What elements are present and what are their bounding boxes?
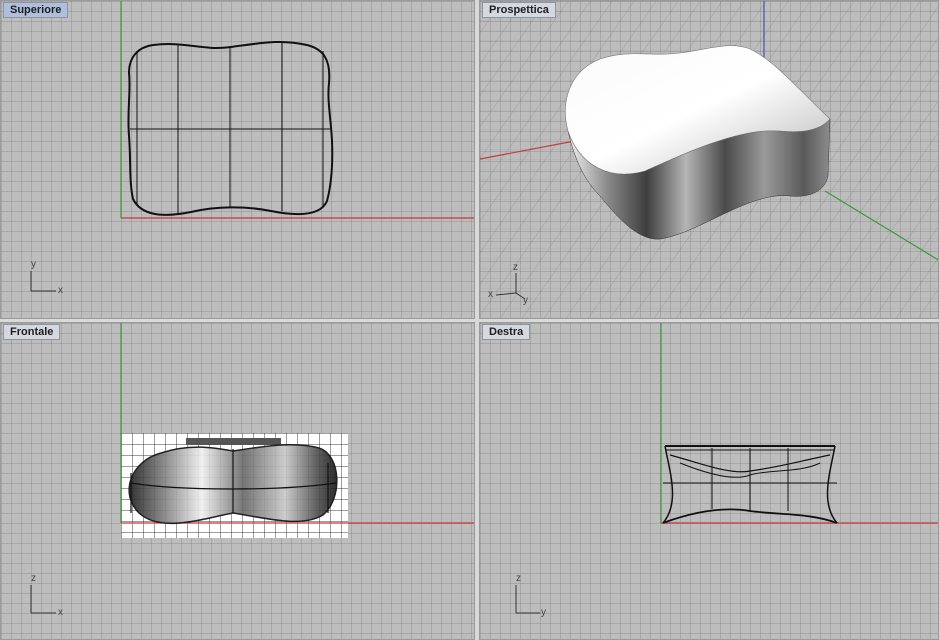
- viewport-front[interactable]: Frontale z x: [0, 322, 475, 640]
- rhino-workspace: Superiore y x Prospettica z x y Frontale…: [0, 0, 939, 640]
- right-profile-curves[interactable]: [662, 445, 838, 524]
- axis-widget-front: z x: [30, 573, 63, 618]
- viewport-title-front[interactable]: Frontale: [3, 324, 61, 340]
- viewport-right[interactable]: Destra z y: [479, 322, 939, 640]
- axis-label-x: x: [488, 289, 493, 300]
- axis-label-x: x: [58, 285, 63, 296]
- viewport-title-top[interactable]: Superiore: [3, 2, 69, 18]
- viewport-title-perspective[interactable]: Prospettica: [482, 2, 556, 18]
- top-view-scene: y x: [30, 1, 474, 296]
- axis-label-y: y: [523, 295, 528, 306]
- front-view-scene: z x: [30, 323, 474, 618]
- axis-label-z: z: [513, 262, 518, 273]
- axis-label-x: x: [58, 607, 63, 618]
- viewport-top[interactable]: Superiore y x: [0, 0, 475, 319]
- axis-label-z: z: [516, 573, 521, 584]
- axis-widget-right: z y: [515, 573, 546, 618]
- axis-label-z: z: [31, 573, 36, 584]
- axis-label-y: y: [541, 607, 546, 618]
- axis-label-y: y: [31, 259, 36, 270]
- perspective-view-scene: z x y: [480, 1, 938, 318]
- right-view-scene: z y: [515, 323, 938, 618]
- axis-widget-top: y x: [30, 259, 63, 296]
- lid-shape: [186, 438, 281, 445]
- viewport-title-right[interactable]: Destra: [482, 324, 531, 340]
- viewport-perspective[interactable]: Prospettica z x y: [479, 0, 939, 319]
- top-isocurves: [130, 42, 331, 215]
